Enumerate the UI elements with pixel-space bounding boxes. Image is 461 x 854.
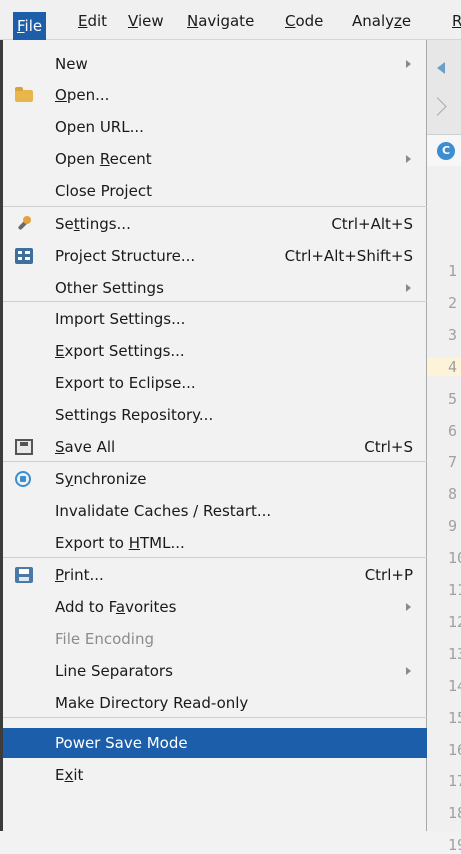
menu-analyze[interactable]: Analyze [352, 10, 411, 32]
line-number: 4 [427, 357, 461, 376]
shortcut-label: Ctrl+S [364, 438, 413, 456]
print-icon [15, 567, 33, 583]
line-number: 10 [448, 549, 461, 568]
menu-item-label: Save All [55, 438, 116, 456]
menu-navigate[interactable]: Navigate [187, 10, 254, 32]
back-arrow-icon[interactable] [437, 62, 445, 74]
menu-item-label: Settings Repository... [55, 406, 214, 424]
menu-item-invalidate-caches[interactable]: Invalidate Caches / Restart... [3, 496, 427, 526]
menu-bar: File Edit View Navigate Code Analyze R [0, 0, 461, 40]
menu-item-print[interactable]: Print... Ctrl+P [3, 560, 427, 590]
menu-item-close-project[interactable]: Close Project [3, 176, 427, 206]
menu-item-label: Export to HTML... [55, 534, 185, 552]
menu-item-label: Invalidate Caches / Restart... [55, 502, 272, 520]
menu-refactor[interactable]: R [452, 10, 461, 32]
line-number: 8 [448, 485, 458, 504]
menu-item-make-directory-read-only[interactable]: Make Directory Read-only [3, 688, 427, 718]
menu-item-other-settings[interactable]: Other Settings [3, 273, 427, 303]
submenu-arrow-icon [406, 667, 411, 675]
menu-item-label: Export Settings... [55, 342, 185, 360]
line-number: 17 [448, 772, 461, 791]
menu-item-label: Export to Eclipse... [55, 374, 196, 392]
menu-item-file-encoding[interactable]: File Encoding [3, 624, 427, 654]
menu-item-export-to-eclipse[interactable]: Export to Eclipse... [3, 368, 427, 398]
menu-item-power-save-mode[interactable]: Power Save Mode [3, 728, 427, 758]
menu-item-label: Exit [55, 766, 84, 784]
menu-view[interactable]: View [128, 10, 164, 32]
shortcut-label: Ctrl+Alt+Shift+S [284, 247, 413, 265]
menu-item-new[interactable]: New [3, 49, 427, 79]
shortcut-label: Ctrl+P [364, 566, 413, 584]
menu-item-exit[interactable]: Exit [3, 760, 427, 790]
editor-area: C 12345678910111213141516171819 [427, 40, 461, 854]
breadcrumb-separator-icon [428, 97, 447, 116]
line-number: 14 [448, 676, 461, 695]
menu-item-label: Other Settings [55, 279, 164, 297]
menu-code[interactable]: Code [285, 10, 323, 32]
file-menu-dropdown: New Open... Open URL... Open Recent Close Pr… [0, 40, 427, 831]
menu-item-label: Open... [55, 86, 110, 104]
sync-icon [15, 471, 31, 487]
line-number: 19 [448, 836, 461, 854]
line-number: 9 [448, 517, 458, 536]
structure-icon [15, 248, 33, 264]
submenu-arrow-icon [406, 60, 411, 68]
line-number-gutter: 12345678910111213141516171819 [427, 166, 461, 854]
line-number: 16 [448, 740, 461, 759]
menu-file[interactable]: File [13, 12, 47, 40]
menu-item-settings-repository[interactable]: Settings Repository... [3, 400, 427, 430]
menu-item-label: Power Save Mode [55, 734, 188, 752]
save-icon [15, 439, 33, 455]
menu-item-label: Import Settings... [55, 310, 186, 328]
line-number: 12 [448, 612, 461, 631]
wrench-icon [15, 216, 33, 232]
line-number: 2 [448, 293, 458, 312]
menu-item-label: File Encoding [55, 630, 154, 648]
menu-item-export-to-html[interactable]: Export to HTML... [3, 528, 427, 558]
folder-icon [15, 87, 33, 102]
menu-item-label: Add to Favorites [55, 598, 177, 616]
menu-item-label: Close Project [55, 182, 152, 200]
submenu-arrow-icon [406, 155, 411, 163]
menu-item-synchronize[interactable]: Synchronize [3, 464, 427, 494]
menu-item-export-settings[interactable]: Export Settings... [3, 336, 427, 366]
submenu-arrow-icon [406, 603, 411, 611]
menu-separator [3, 206, 427, 207]
class-icon[interactable]: C [437, 142, 455, 160]
line-number: 13 [448, 644, 461, 663]
menu-item-settings[interactable]: Settings... Ctrl+Alt+S [3, 209, 427, 239]
line-number: 15 [448, 708, 461, 727]
line-number: 18 [448, 804, 461, 823]
menu-item-label: Settings... [55, 215, 131, 233]
menu-item-label: Synchronize [55, 470, 147, 488]
line-number: 3 [448, 325, 458, 344]
line-number: 5 [448, 389, 458, 408]
menu-edit[interactable]: Edit [78, 10, 107, 32]
menu-item-open-url[interactable]: Open URL... [3, 112, 427, 142]
menu-item-label: Open Recent [55, 150, 152, 168]
shortcut-label: Ctrl+Alt+S [331, 215, 413, 233]
menu-item-save-all[interactable]: Save All Ctrl+S [3, 432, 427, 462]
menu-item-open-recent[interactable]: Open Recent [3, 144, 427, 174]
menu-item-label: Print... [55, 566, 104, 584]
menu-item-open[interactable]: Open... [3, 80, 427, 110]
menu-item-import-settings[interactable]: Import Settings... [3, 304, 427, 334]
line-number: 1 [448, 262, 458, 280]
menu-item-label: Line Separators [55, 662, 173, 680]
menu-item-label: New [55, 55, 88, 73]
menu-item-label: Make Directory Read-only [55, 694, 249, 712]
menu-item-line-separators[interactable]: Line Separators [3, 656, 427, 686]
menu-item-label: Open URL... [55, 118, 144, 136]
line-number: 6 [448, 421, 458, 440]
line-number: 11 [448, 581, 461, 599]
menu-item-add-to-favorites[interactable]: Add to Favorites [3, 592, 427, 622]
editor-toolbar [427, 40, 461, 135]
submenu-arrow-icon [406, 284, 411, 292]
line-number: 7 [448, 453, 458, 472]
menu-item-project-structure[interactable]: Project Structure... Ctrl+Alt+Shift+S [3, 241, 427, 271]
menu-item-label: Project Structure... [55, 247, 196, 265]
